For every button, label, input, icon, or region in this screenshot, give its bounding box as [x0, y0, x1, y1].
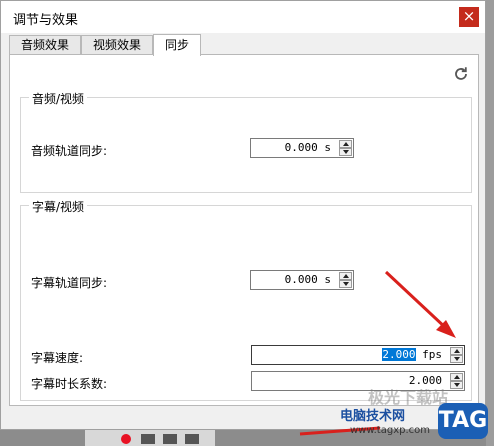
- watermark-site-name: 电脑技术网: [340, 409, 406, 424]
- red-arrow-icon: [384, 270, 450, 332]
- watermark-url: www.tagxp.com: [350, 425, 430, 436]
- annotation-layer: [299, 270, 456, 436]
- tab-label: 同步: [164, 38, 189, 52]
- watermark-badge: TAG: [438, 403, 488, 439]
- tab-sync[interactable]: 同步: [153, 34, 201, 56]
